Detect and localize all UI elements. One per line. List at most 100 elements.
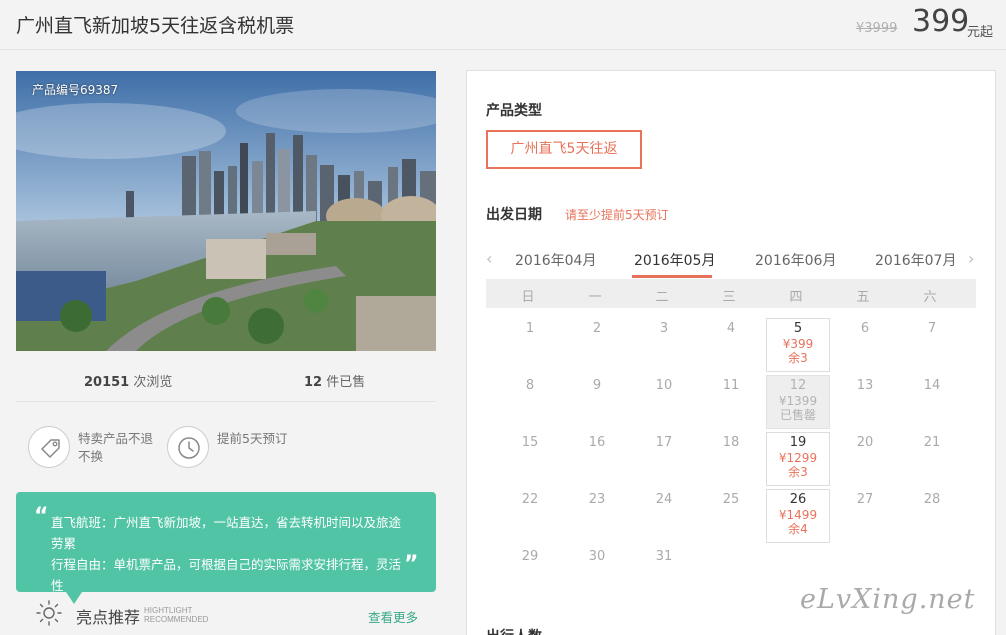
feature-no-refund: 特卖产品不退不换 bbox=[28, 426, 168, 476]
views-count: 20151 bbox=[84, 375, 130, 390]
calendar-day: 27 bbox=[856, 492, 874, 507]
calendar-day: 6 bbox=[860, 321, 870, 336]
calendar-day: 11 bbox=[722, 378, 740, 393]
original-price: ¥3999 bbox=[856, 21, 898, 36]
highlight-footer: 亮点推荐 HIGHTLIGHT RECOMMENDED 查看更多 bbox=[16, 598, 436, 632]
calendar-day: 7 bbox=[927, 321, 937, 336]
calendar-day-available[interactable]: 19 ¥1299 余3 bbox=[766, 432, 830, 486]
highlight-title: 亮点推荐 bbox=[76, 608, 141, 627]
chevron-left-icon[interactable]: ‹ bbox=[486, 249, 492, 268]
close-quote-icon: ” bbox=[404, 552, 419, 577]
calendar-day: 18 bbox=[722, 435, 740, 450]
calendar-day: 25 bbox=[722, 492, 740, 507]
calendar-day: 4 bbox=[726, 321, 736, 336]
chevron-right-icon[interactable]: › bbox=[968, 249, 974, 268]
calendar-day: 13 bbox=[856, 378, 874, 393]
weekday: 日 bbox=[521, 290, 535, 305]
weekday: 一 bbox=[588, 290, 602, 305]
highlight-box: “ 直飞航班：广州直飞新加坡，一站直达，省去转机时间以及旅途劳累 行程自由：单机… bbox=[16, 492, 436, 604]
tag-icon bbox=[28, 426, 70, 468]
tab-month[interactable]: 2016年04月 bbox=[515, 250, 596, 270]
day-price: ¥399 bbox=[782, 337, 814, 351]
feature-text: 提前5天预订 bbox=[217, 431, 288, 446]
month-tabs: ‹ 2016年04月 2016年05月 2016年06月 2016年07月 › bbox=[486, 247, 978, 279]
calendar-day: 20 bbox=[856, 435, 874, 450]
calendar-day: 28 bbox=[923, 492, 941, 507]
day-price: ¥1399 bbox=[778, 394, 818, 408]
calendar-day: 21 bbox=[923, 435, 941, 450]
weekday: 三 bbox=[722, 290, 736, 305]
day-stock: 余4 bbox=[788, 522, 808, 536]
feature-advance-booking: 提前5天预订 bbox=[167, 426, 307, 476]
weekday-header: 日 一 二 三 四 五 六 bbox=[486, 279, 976, 308]
calendar-day: 17 bbox=[655, 435, 673, 450]
sun-icon bbox=[36, 600, 62, 626]
calendar-day: 1 bbox=[525, 321, 535, 336]
highlight-line: 行程自由：单机票产品，可根据自己的实际需求安排行程，灵活性 bbox=[51, 557, 402, 593]
travelers-label: 出行人数 bbox=[486, 626, 542, 635]
highlight-title-en-line: HIGHTLIGHT bbox=[144, 606, 193, 615]
highlight-line: 直飞航班：广州直飞新加坡，一站直达，省去转机时间以及旅途劳累 bbox=[51, 515, 402, 551]
day-price: ¥1499 bbox=[778, 508, 818, 522]
day-number: 12 bbox=[789, 378, 807, 393]
weekday: 六 bbox=[923, 290, 937, 305]
product-photo[interactable]: 产品编号69387 bbox=[16, 71, 436, 351]
see-more-link[interactable]: 查看更多 bbox=[368, 607, 418, 626]
page-title: 广州直飞新加坡5天往返含税机票 bbox=[16, 15, 295, 37]
views-label: 次浏览 bbox=[133, 375, 173, 390]
product-type-option[interactable]: 广州直飞5天往返 bbox=[486, 130, 642, 169]
highlight-title-en-line: RECOMMENDED bbox=[144, 615, 209, 624]
calendar-day-available[interactable]: 5 ¥399 余3 bbox=[766, 318, 830, 372]
calendar-day: 3 bbox=[659, 321, 669, 336]
product-type-label: 产品类型 bbox=[486, 103, 542, 119]
open-quote-icon: “ bbox=[34, 504, 49, 529]
clock-icon bbox=[167, 426, 209, 468]
calendar-day-soldout: 12 ¥1399 已售罄 bbox=[766, 375, 830, 429]
product-number: 产品编号69387 bbox=[32, 83, 119, 97]
sold-label: 件已售 bbox=[326, 375, 366, 390]
feature-text: 特卖产品不退不换 bbox=[78, 431, 154, 464]
highlight-text: 直飞航班：广州直飞新加坡，一站直达，省去转机时间以及旅途劳累 行程自由：单机票产… bbox=[51, 512, 406, 596]
current-price: 399 bbox=[912, 4, 970, 39]
day-price: ¥1299 bbox=[778, 451, 818, 465]
tab-month[interactable]: 2016年06月 bbox=[755, 250, 836, 270]
highlight-title-en: HIGHTLIGHT RECOMMENDED bbox=[144, 606, 208, 624]
day-stock: 已售罄 bbox=[779, 408, 816, 422]
calendar-day: 10 bbox=[655, 378, 673, 393]
calendar-day: 24 bbox=[655, 492, 673, 507]
calendar-day: 23 bbox=[588, 492, 606, 507]
tab-month[interactable]: 2016年07月 bbox=[875, 250, 956, 270]
advance-booking-note: 请至少提前5天预订 bbox=[565, 208, 669, 222]
views-stat: 20151 次浏览 bbox=[84, 371, 172, 390]
day-number: 5 bbox=[793, 321, 803, 336]
product-features: 特卖产品不退不换 提前5天预订 bbox=[16, 402, 436, 492]
day-stock: 余3 bbox=[788, 465, 808, 479]
calendar-day: 14 bbox=[923, 378, 941, 393]
calendar-day: 22 bbox=[521, 492, 539, 507]
tab-month-active[interactable]: 2016年05月 bbox=[634, 250, 715, 270]
sold-stat: 12 件已售 bbox=[304, 371, 365, 390]
booking-panel: 产品类型 广州直飞5天往返 出发日期 请至少提前5天预订 ‹ 2016年04月 … bbox=[466, 70, 996, 635]
calendar-day: 9 bbox=[592, 378, 602, 393]
calendar-day: 2 bbox=[592, 321, 602, 336]
day-stock: 余3 bbox=[788, 351, 808, 365]
sold-count: 12 bbox=[304, 375, 323, 390]
departure-date-label: 出发日期 bbox=[486, 207, 542, 223]
watermark: eLvXing.net bbox=[800, 584, 976, 615]
calendar-day: 31 bbox=[655, 549, 673, 564]
singapore-skyline-image bbox=[16, 71, 436, 351]
calendar-day: 15 bbox=[521, 435, 539, 450]
active-month-underline bbox=[632, 275, 712, 278]
page-header: 广州直飞新加坡5天往返含税机票 ¥3999 399 元起 bbox=[0, 0, 1006, 50]
calendar-day: 30 bbox=[588, 549, 606, 564]
calendar-day: 16 bbox=[588, 435, 606, 450]
weekday: 五 bbox=[856, 290, 870, 305]
weekday: 四 bbox=[789, 290, 803, 305]
day-number: 26 bbox=[789, 492, 807, 507]
calendar-day: 8 bbox=[525, 378, 535, 393]
weekday: 二 bbox=[655, 290, 669, 305]
calendar-day: 29 bbox=[521, 549, 539, 564]
calendar-day-available[interactable]: 26 ¥1499 余4 bbox=[766, 489, 830, 543]
product-stats: 20151 次浏览 12 件已售 bbox=[16, 352, 436, 402]
price-unit: 元起 bbox=[967, 25, 994, 40]
